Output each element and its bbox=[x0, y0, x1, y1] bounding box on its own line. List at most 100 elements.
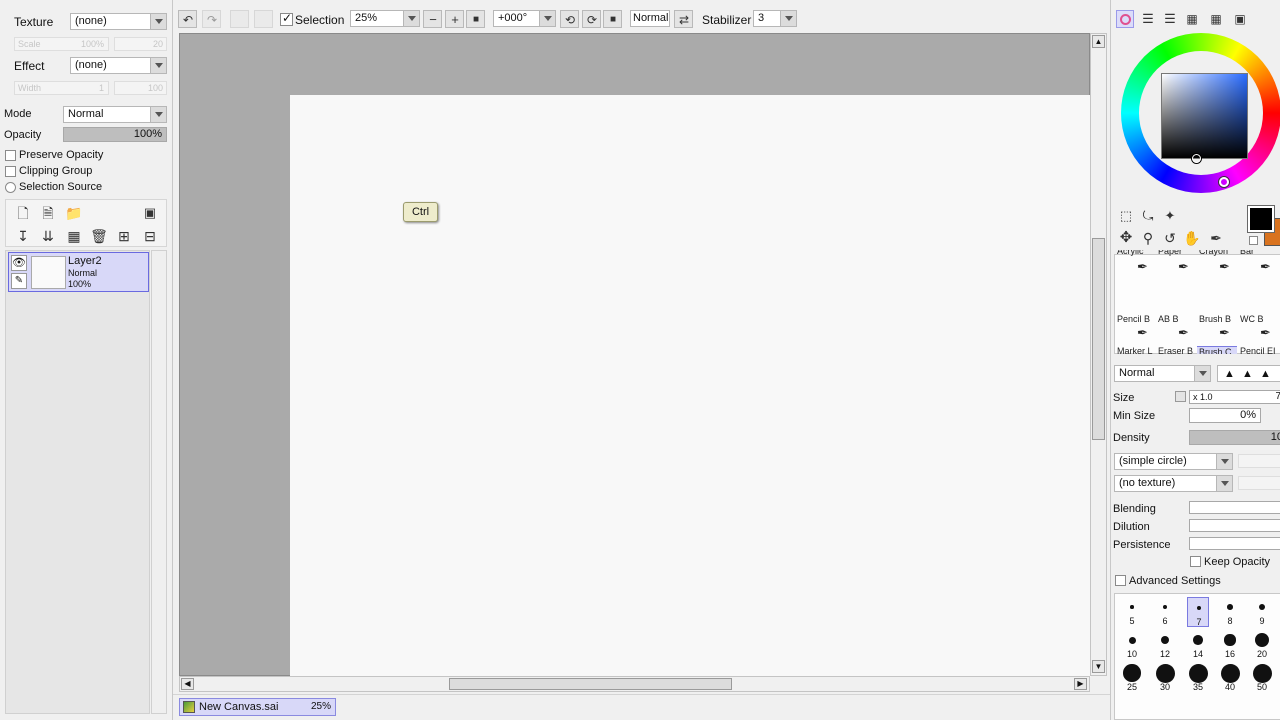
persistence-slider[interactable] bbox=[1189, 537, 1280, 550]
layer-mask-icon[interactable]: ▣ bbox=[141, 204, 159, 222]
brush-mode-dropdown[interactable]: Normal bbox=[1114, 365, 1211, 382]
edge-soft-icon[interactable]: ▲ bbox=[1260, 368, 1271, 380]
invert-selection-button[interactable] bbox=[254, 10, 273, 28]
size-preset-7[interactable]: 7 bbox=[1187, 597, 1209, 627]
transfer-down-icon[interactable]: ↧ bbox=[14, 227, 32, 245]
new-folder-icon[interactable]: 📁 bbox=[65, 204, 83, 222]
horizontal-scroll-thumb[interactable] bbox=[449, 678, 732, 690]
swap-colors-icon[interactable] bbox=[1249, 236, 1258, 245]
brush-shape-dropdown[interactable]: (simple circle) bbox=[1114, 453, 1233, 470]
effect-width-field[interactable]: Width 1 bbox=[14, 81, 109, 95]
size-preset-40[interactable]: 40 bbox=[1219, 663, 1241, 693]
scroll-right-arrow-icon[interactable]: ▶ bbox=[1074, 678, 1087, 690]
size-preset-12[interactable]: 12 bbox=[1154, 630, 1176, 660]
size-preset-6[interactable]: 6 bbox=[1154, 597, 1176, 627]
rotate-ccw-button[interactable]: ⟲ bbox=[560, 10, 579, 28]
brush-edge-presets[interactable]: ▲ ▲ ▲ bbox=[1217, 365, 1280, 382]
size-preset-5[interactable]: 5 bbox=[1121, 597, 1143, 627]
brush-lock-icon[interactable]: ✎ bbox=[11, 273, 27, 289]
delete-layer-icon[interactable]: 🗑 bbox=[90, 227, 108, 245]
size-preset-50[interactable]: 50 bbox=[1251, 663, 1273, 693]
advanced-settings-checkbox[interactable] bbox=[1115, 575, 1126, 586]
brush-slot-acrylic[interactable]: Acrylic ✒ bbox=[1115, 250, 1155, 278]
zoom-out-button[interactable]: − bbox=[423, 10, 442, 28]
drawing-canvas[interactable] bbox=[290, 95, 1091, 677]
canvas-horizontal-scrollbar[interactable]: ◀ ▶ bbox=[179, 676, 1090, 692]
flatten-icon[interactable]: ⊟ bbox=[141, 227, 159, 245]
size-preset-35[interactable]: 35 bbox=[1187, 663, 1209, 693]
zoom-tool-icon[interactable]: ⚲ bbox=[1139, 229, 1157, 247]
size-preset-25[interactable]: 25 bbox=[1121, 663, 1143, 693]
size-preset-20[interactable]: 20 bbox=[1251, 630, 1273, 660]
selection-tool-icon[interactable]: ⬚ bbox=[1117, 207, 1135, 225]
flip-horizontal-button[interactable]: ⇄ bbox=[674, 10, 693, 28]
layer-mode-dropdown[interactable]: Normal bbox=[63, 106, 167, 123]
merge-all-icon[interactable]: ⊞ bbox=[115, 227, 133, 245]
clear-layer-icon[interactable]: ▦ bbox=[65, 227, 83, 245]
move-tool-icon[interactable]: ✥ bbox=[1117, 229, 1135, 247]
hsv-slider-toggle-icon[interactable]: ☰ bbox=[1161, 10, 1179, 28]
zoom-reset-button[interactable]: ■ bbox=[466, 10, 485, 28]
keep-opacity-checkbox[interactable] bbox=[1190, 556, 1201, 567]
vertical-scroll-thumb[interactable] bbox=[1092, 238, 1105, 440]
hue-cursor[interactable] bbox=[1219, 177, 1229, 187]
stabilizer-dropdown[interactable]: 3 bbox=[753, 10, 797, 27]
layer-opacity-slider[interactable]: 100% bbox=[63, 127, 167, 142]
canvas-vertical-scrollbar[interactable]: ▲ ▼ bbox=[1090, 33, 1107, 676]
min-size-slider[interactable]: 0% bbox=[1189, 408, 1261, 423]
color-wheel-toggle-icon[interactable] bbox=[1116, 10, 1134, 28]
sv-cursor[interactable] bbox=[1192, 154, 1201, 163]
brush-slot-paper[interactable]: Paper ✒ bbox=[1156, 250, 1196, 278]
eyedropper-icon[interactable]: ✒ bbox=[1207, 229, 1225, 247]
primary-color-swatch[interactable] bbox=[1248, 206, 1274, 232]
zoom-in-button[interactable]: + bbox=[445, 10, 464, 28]
density-slider[interactable]: 10 bbox=[1189, 430, 1280, 445]
brush-slot-crayon[interactable]: Crayon ✒ bbox=[1197, 250, 1237, 278]
size-preset-16[interactable]: 16 bbox=[1219, 630, 1241, 660]
brush-texture-strength[interactable] bbox=[1238, 476, 1280, 490]
scroll-down-arrow-icon[interactable]: ▼ bbox=[1092, 660, 1105, 673]
texture-scale-field[interactable]: Scale 100% bbox=[14, 37, 109, 51]
lasso-tool-icon[interactable]: ⤿ bbox=[1139, 207, 1157, 225]
brush-slot-marker-l[interactable]: Marker L bbox=[1115, 346, 1155, 354]
brush-slot-bar[interactable]: Bar ✒ bbox=[1238, 250, 1278, 278]
rgb-slider-toggle-icon[interactable]: ☰ bbox=[1139, 10, 1157, 28]
brush-slot-pencil-b[interactable]: Pencil B ✒ bbox=[1115, 314, 1155, 342]
brush-shape-strength[interactable] bbox=[1238, 454, 1280, 468]
edge-hard-icon[interactable]: ▲ bbox=[1224, 368, 1235, 380]
layer-row[interactable]: 👁 ✎ Layer2 Normal 100% bbox=[8, 252, 149, 292]
zoom-dropdown[interactable]: 25% bbox=[350, 10, 420, 27]
effect-dropdown[interactable]: (none) bbox=[70, 57, 167, 74]
size-multiplier-toggle[interactable] bbox=[1175, 391, 1186, 402]
swatches-toggle-icon[interactable]: ▦ bbox=[1183, 10, 1201, 28]
texture-dropdown[interactable]: (none) bbox=[70, 13, 167, 30]
brush-slot-eraser-b[interactable]: Eraser B bbox=[1156, 346, 1196, 354]
selection-visible-checkbox[interactable]: ✓ bbox=[280, 11, 293, 26]
rotate-tool-icon[interactable]: ↺ bbox=[1161, 229, 1179, 247]
clipping-group-checkbox[interactable] bbox=[5, 166, 16, 177]
scroll-left-arrow-icon[interactable]: ◀ bbox=[181, 678, 194, 690]
eye-icon[interactable]: 👁 bbox=[11, 255, 27, 271]
edge-medium-icon[interactable]: ▲ bbox=[1242, 368, 1253, 380]
brush-slot-pencil-ei[interactable]: Pencil EI bbox=[1238, 346, 1278, 354]
deselect-button[interactable] bbox=[230, 10, 249, 28]
brush-texture-dropdown[interactable]: (no texture) bbox=[1114, 475, 1233, 492]
brush-slot-wc-b[interactable]: WC B ✒ bbox=[1238, 314, 1278, 342]
texture-scale-num[interactable]: 20 bbox=[114, 37, 167, 51]
redo-button[interactable]: ↷ bbox=[202, 10, 221, 28]
size-preset-10[interactable]: 10 bbox=[1121, 630, 1143, 660]
scroll-up-arrow-icon[interactable]: ▲ bbox=[1092, 35, 1105, 48]
mixer-toggle-icon[interactable]: ▦ bbox=[1207, 10, 1225, 28]
brush-slot-ab-b[interactable]: AB B ✒ bbox=[1156, 314, 1196, 342]
undo-button[interactable]: ↶ bbox=[178, 10, 197, 28]
rotate-reset-button[interactable]: ■ bbox=[603, 10, 622, 28]
hand-tool-icon[interactable]: ✋ bbox=[1183, 229, 1201, 247]
canvas-workspace[interactable]: Ctrl bbox=[179, 33, 1091, 677]
scratchpad-toggle-icon[interactable]: ▣ bbox=[1231, 10, 1249, 28]
brush-size-slider[interactable]: x 1.07 bbox=[1189, 390, 1280, 404]
brush-slot-brush-c[interactable]: Brush C bbox=[1197, 346, 1237, 354]
effect-width-num[interactable]: 100 bbox=[114, 81, 167, 95]
selection-source-radio[interactable] bbox=[5, 182, 16, 193]
new-layer-icon[interactable]: 🗋 bbox=[14, 204, 32, 222]
size-preset-8[interactable]: 8 bbox=[1219, 597, 1241, 627]
